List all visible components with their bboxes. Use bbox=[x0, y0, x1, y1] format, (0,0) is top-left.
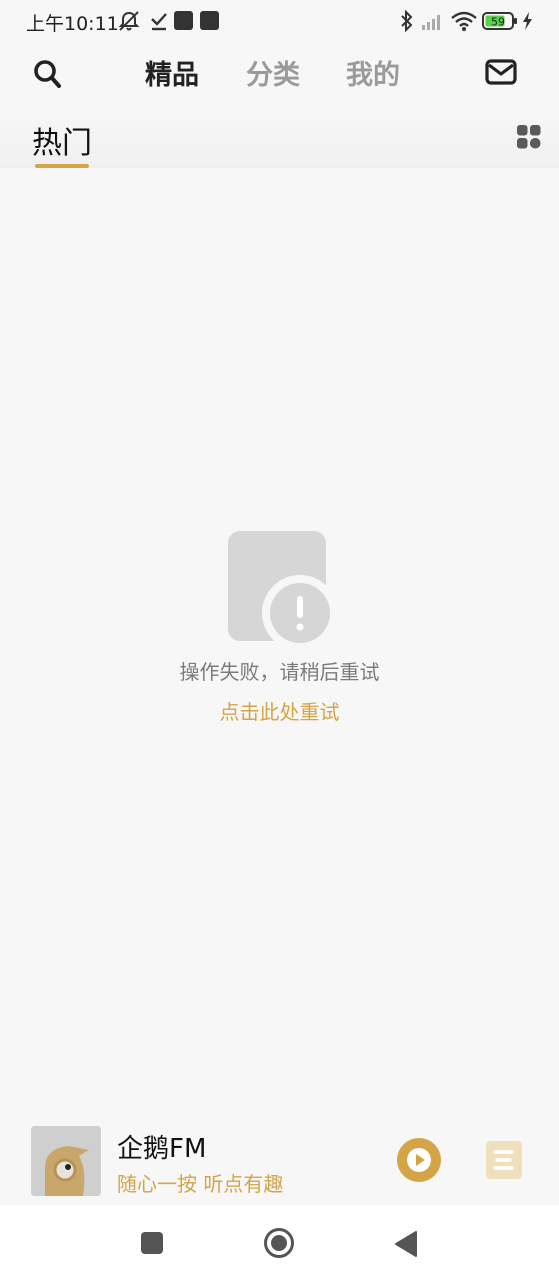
grid-icon[interactable] bbox=[516, 124, 542, 150]
tab-categories[interactable]: 分类 bbox=[246, 53, 300, 92]
playlist-button[interactable] bbox=[486, 1141, 522, 1179]
wifi-icon bbox=[451, 11, 477, 31]
search-icon[interactable] bbox=[33, 58, 63, 90]
play-button[interactable] bbox=[397, 1138, 441, 1182]
active-tab-indicator bbox=[35, 164, 89, 168]
app-icon bbox=[200, 11, 219, 30]
battery-level: 59 bbox=[491, 16, 505, 29]
tab-hot[interactable]: 热门 bbox=[32, 118, 92, 162]
load-error-icon bbox=[228, 531, 336, 649]
download-done-icon bbox=[151, 13, 167, 31]
tab-featured[interactable]: 精品 bbox=[145, 53, 199, 92]
category-tab-bar: 热门 bbox=[0, 106, 559, 168]
system-nav-bar bbox=[0, 1205, 559, 1280]
retry-link[interactable]: 点击此处重试 bbox=[0, 696, 559, 725]
app-icon bbox=[174, 11, 193, 30]
error-message: 操作失败，请稍后重试 bbox=[179, 660, 380, 684]
mini-player[interactable]: 企鹅FM 随心一按 听点有趣 bbox=[0, 1118, 559, 1204]
mail-icon[interactable] bbox=[485, 58, 517, 86]
recents-icon[interactable] bbox=[140, 1231, 164, 1255]
home-icon[interactable] bbox=[263, 1227, 295, 1259]
album-cover[interactable] bbox=[31, 1126, 101, 1196]
player-subtitle: 随心一按 听点有趣 bbox=[117, 1172, 284, 1196]
top-header: 精品 分类 我的 bbox=[0, 42, 559, 106]
mute-icon bbox=[118, 11, 140, 31]
signal-icon bbox=[422, 15, 440, 30]
playlist-icon bbox=[493, 1150, 514, 1170]
status-time: 上午10:11 bbox=[26, 13, 119, 35]
tab-mine[interactable]: 我的 bbox=[346, 53, 400, 92]
player-title: 企鹅FM bbox=[117, 1134, 207, 1164]
charging-icon bbox=[523, 12, 532, 30]
status-bar: 上午10:11 59 bbox=[0, 0, 559, 42]
bluetooth-icon bbox=[401, 10, 413, 32]
back-icon[interactable] bbox=[394, 1230, 418, 1258]
battery-icon: 59 bbox=[482, 12, 517, 30]
play-icon bbox=[407, 1148, 431, 1172]
penguin-logo-icon bbox=[31, 1126, 101, 1196]
